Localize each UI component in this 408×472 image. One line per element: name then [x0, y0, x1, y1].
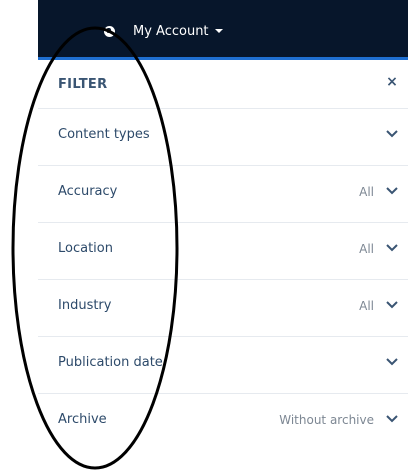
filter-row-label: Accuracy — [58, 184, 118, 199]
top-navigation-bar: My Account — [38, 0, 408, 60]
chevron-down-icon — [386, 130, 398, 138]
chevron-down-icon — [386, 358, 398, 366]
filter-row-accuracy[interactable]: Accuracy All — [38, 165, 408, 222]
filter-row-label: Publication date — [58, 355, 163, 370]
my-account-label: My Account — [133, 23, 209, 39]
chevron-down-icon — [386, 415, 398, 423]
chevron-down-icon — [386, 301, 398, 309]
filter-row-label: Archive — [58, 412, 107, 427]
filter-row-industry[interactable]: Industry All — [38, 279, 408, 336]
filter-row-location[interactable]: Location All — [38, 222, 408, 279]
filter-row-value: All — [359, 185, 374, 199]
my-account-menu[interactable]: My Account — [104, 22, 223, 40]
filter-row-value: All — [359, 299, 374, 313]
globe-icon — [104, 25, 115, 37]
chevron-down-icon — [386, 244, 398, 252]
filter-row-content-types[interactable]: Content types — [38, 108, 408, 165]
filter-row-publication-date[interactable]: Publication date — [38, 336, 408, 393]
close-icon[interactable]: × — [384, 74, 400, 90]
chevron-down-icon — [386, 187, 398, 195]
caret-down-icon — [214, 29, 223, 33]
filter-row-label: Content types — [58, 127, 150, 142]
filter-row-archive[interactable]: Archive Without archive — [38, 393, 408, 450]
filter-row-label: Location — [58, 241, 113, 256]
filter-title: FILTER — [58, 77, 108, 92]
filter-header: FILTER × — [38, 60, 408, 108]
filter-row-label: Industry — [58, 298, 112, 313]
filter-row-value: All — [359, 242, 374, 256]
filter-row-value: Without archive — [279, 413, 374, 427]
filter-panel: FILTER × Content types Accuracy All Loca… — [38, 60, 408, 472]
